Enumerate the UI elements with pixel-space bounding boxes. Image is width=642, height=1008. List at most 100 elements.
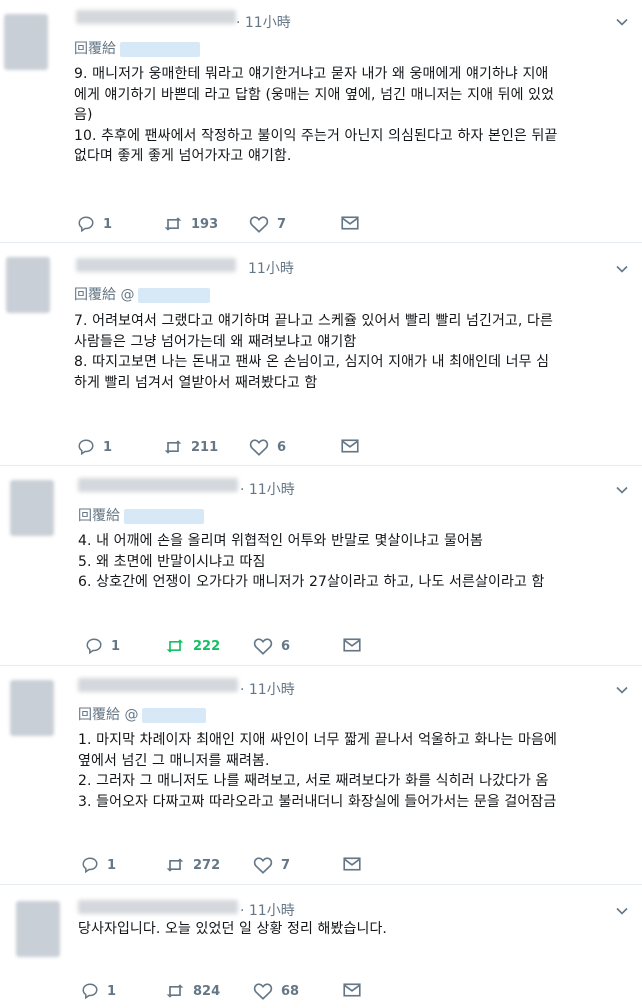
reply-to-line: 回覆給 @ — [78, 704, 207, 724]
tweet-line: 8. 따지고보면 나는 돈내고 팬싸 온 손님이고, 심지어 지애가 내 최애인… — [74, 354, 550, 370]
reply-count: 1 — [103, 216, 113, 232]
reply-button[interactable]: 1 — [77, 215, 112, 233]
reply-to-label: 回覆給 @ — [74, 287, 135, 303]
reply-button[interactable]: 1 — [81, 856, 116, 874]
retweet-button[interactable]: 211 — [163, 438, 218, 456]
reply-count: 1 — [107, 983, 117, 999]
retweet-button[interactable]: 193 — [163, 215, 218, 233]
message-button[interactable] — [341, 215, 359, 231]
like-count: 7 — [281, 857, 291, 873]
tweet-actions: 1 222 6 — [85, 637, 642, 657]
reply-button[interactable]: 1 — [77, 438, 112, 456]
retweet-icon — [164, 217, 182, 231]
retweet-count: 193 — [191, 216, 219, 232]
like-count: 7 — [277, 216, 287, 232]
tweet-text: 4. 내 어깨에 손을 올리며 위협적인 어투와 반말로 몇살이냐고 물어봄 5… — [78, 531, 634, 593]
tweet-line: 1. 마지막 차례이자 최애인 지애 싸인이 너무 짧게 끝나서 억울하고 화나… — [78, 732, 557, 748]
chevron-down-icon[interactable] — [616, 263, 628, 275]
display-name[interactable] — [78, 478, 238, 492]
chevron-down-icon[interactable] — [616, 484, 628, 496]
tweet-actions: 1 211 6 — [77, 438, 637, 458]
retweet-icon — [166, 984, 184, 998]
retweet-count: 824 — [193, 983, 221, 999]
avatar[interactable] — [10, 480, 54, 536]
retweet-button[interactable]: 824 — [165, 982, 220, 1000]
reply-count: 1 — [107, 857, 117, 873]
like-button[interactable]: 6 — [253, 637, 290, 655]
message-button[interactable] — [341, 438, 359, 454]
message-icon — [343, 983, 361, 997]
reply-count: 1 — [111, 638, 121, 654]
retweet-count: 211 — [191, 439, 219, 455]
reply-button[interactable]: 1 — [85, 637, 120, 655]
message-button[interactable] — [343, 856, 361, 872]
avatar[interactable] — [4, 14, 48, 70]
avatar[interactable] — [16, 901, 60, 957]
tweet-line: 10. 추후에 팬싸에서 작정하고 불이익 주는거 아닌지 의심된다고 하자 본… — [74, 127, 558, 144]
like-button[interactable]: 7 — [249, 215, 286, 233]
chevron-down-icon[interactable] — [616, 16, 628, 28]
retweet-count: 272 — [193, 857, 221, 873]
tweet-line: 음) — [74, 107, 93, 123]
like-count: 6 — [277, 439, 287, 455]
tweet-line: 옆에서 넘긴 그 매니저를 째려봄. — [78, 752, 270, 769]
like-button[interactable]: 6 — [249, 438, 286, 456]
tweet[interactable]: · 11小時 回覆給 4. 내 어깨에 손을 올리며 위협적인 어투와 반말로 … — [0, 466, 642, 666]
message-button[interactable] — [343, 637, 361, 653]
tweet[interactable]: · 11小時 回覆給 @ 1. 마지막 차례이자 최애인 지애 싸인이 너무 짧… — [0, 666, 642, 885]
timestamp[interactable]: · 11小時 — [236, 12, 291, 32]
avatar[interactable] — [10, 680, 54, 736]
tweet-line: 7. 어려보여서 그랬다고 얘기하며 끝나고 스케쥴 있어서 빨리 빨리 넘긴거… — [74, 313, 553, 329]
like-icon — [253, 638, 273, 655]
reply-to-handle[interactable] — [138, 287, 211, 303]
reply-icon — [82, 857, 98, 874]
avatar[interactable] — [6, 257, 50, 313]
tweet-line: 9. 매니저가 웅매한테 뭐라고 얘기한거냐고 묻자 내가 왜 웅매에게 얘기하… — [74, 66, 549, 82]
reply-to-line: 回覆給 — [78, 505, 204, 525]
reply-icon — [82, 983, 98, 1000]
display-name[interactable] — [76, 10, 236, 24]
timestamp[interactable]: 11小時 — [248, 258, 294, 278]
reply-count: 1 — [103, 439, 113, 455]
retweet-button[interactable]: 272 — [165, 856, 220, 874]
like-count: 68 — [281, 983, 300, 999]
tweet[interactable]: · 11小時 당사자입니다. 오늘 있었던 일 상황 정리 해봤습니다. 1 8… — [0, 885, 642, 1008]
timestamp[interactable]: · 11小時 — [240, 479, 295, 499]
reply-to-handle[interactable] — [142, 707, 207, 723]
reply-to-label: 回覆給 — [78, 508, 120, 524]
reply-to-line: 回覆給 @ — [74, 284, 211, 304]
reply-to-label: 回覆給 @ — [78, 707, 139, 723]
tweet-line: 없다며 좋게 좋게 넘어가자고 얘기함. — [74, 148, 292, 164]
display-name[interactable] — [78, 678, 238, 692]
like-icon — [253, 857, 273, 874]
like-icon — [249, 439, 269, 456]
message-icon — [343, 638, 361, 652]
tweet-line: 사람들은 그냥 넘어가는데 왜 째려보냐고 얘기함 — [74, 333, 357, 350]
tweet-line: 에게 얘기하기 바쁜데 라고 답함 (웅매는 지애 옆에, 넘긴 매니저는 지애… — [74, 86, 555, 103]
retweet-icon — [164, 440, 182, 454]
chevron-down-icon[interactable] — [616, 684, 628, 696]
chevron-down-icon[interactable] — [616, 905, 628, 917]
like-icon — [249, 216, 269, 233]
like-button[interactable]: 68 — [253, 982, 299, 1000]
tweet[interactable]: · 11小時 回覆給 9. 매니저가 웅매한테 뭐라고 얘기한거냐고 묻자 내가… — [0, 0, 642, 243]
tweet-text: 당사자입니다. 오늘 있었던 일 상황 정리 해봤습니다. — [78, 919, 634, 940]
tweet[interactable]: 11小時 回覆給 @ 7. 어려보여서 그랬다고 얘기하며 끝나고 스케쥴 있어… — [0, 243, 642, 466]
message-button[interactable] — [343, 982, 361, 998]
like-icon — [253, 983, 273, 1000]
retweet-icon — [166, 858, 184, 872]
message-icon — [341, 216, 359, 230]
reply-icon — [78, 216, 94, 233]
reply-button[interactable]: 1 — [81, 982, 116, 1000]
display-name[interactable] — [78, 900, 238, 914]
reply-to-handle[interactable] — [124, 508, 204, 524]
like-button[interactable]: 7 — [253, 856, 290, 874]
tweet-line: 3. 들어오자 다짜고짜 따라오라고 불러내더니 화장실에 들어가서는 문을 걸… — [78, 793, 557, 810]
reply-to-handle[interactable] — [120, 41, 200, 57]
display-name[interactable] — [76, 258, 236, 272]
timestamp[interactable]: · 11小時 — [240, 679, 295, 699]
tweet-line: 5. 왜 초면에 반말이시냐고 따짐 — [78, 553, 266, 570]
like-count: 6 — [281, 638, 291, 654]
timestamp[interactable]: · 11小時 — [240, 900, 295, 920]
retweet-button[interactable]: 222 — [165, 637, 220, 655]
